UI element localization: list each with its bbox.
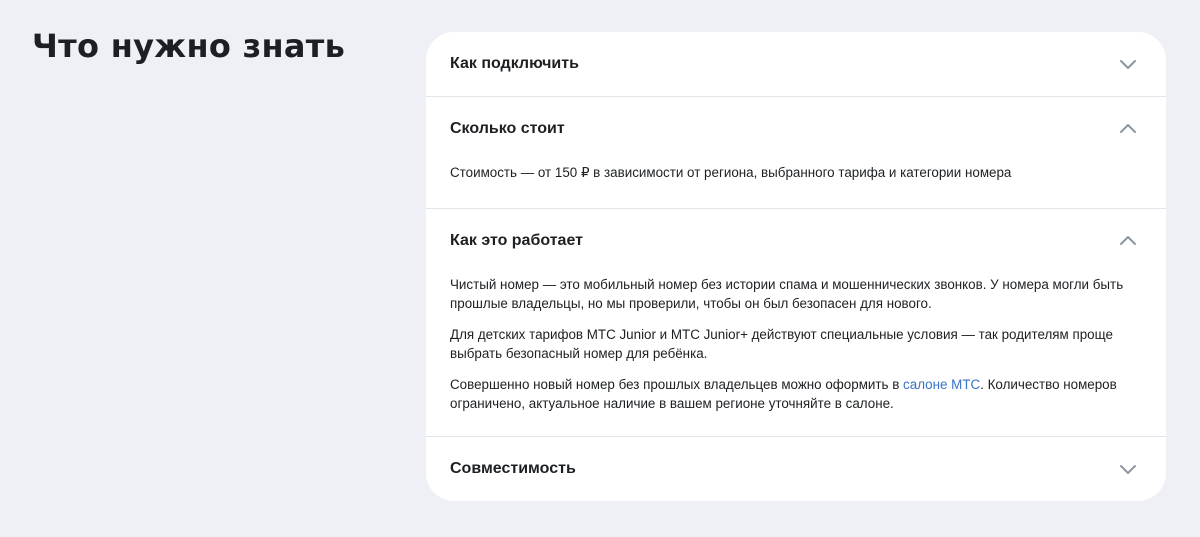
faq-item-compatibility: Совместимость — [426, 437, 1166, 501]
faq-answer-how-it-works: Чистый номер — это мобильный номер без и… — [450, 275, 1150, 425]
faq-answer-price: Стоимость — от 150 ₽ в зависимости от ре… — [450, 163, 1150, 194]
faq-item-how-to-connect: Как подключить — [426, 32, 1166, 97]
page-title: Что нужно знать — [32, 27, 346, 65]
faq-accordion: Как подключить Сколько стоит Стоимость —… — [426, 32, 1166, 501]
faq-question: Сколько стоит — [450, 120, 565, 137]
faq-header-how-to-connect[interactable]: Как подключить — [426, 32, 1166, 96]
faq-question: Как подключить — [450, 55, 579, 72]
faq-header-price[interactable]: Сколько стоит — [426, 97, 1166, 161]
faq-item-how-it-works: Как это работает Чистый номер — это моби… — [426, 209, 1166, 437]
faq-answer-paragraph: Для детских тарифов МТС Junior и МТС Jun… — [450, 327, 1113, 361]
faq-header-compatibility[interactable]: Совместимость — [426, 437, 1166, 501]
chevron-up-icon — [1120, 236, 1136, 245]
faq-answer-paragraph: Чистый номер — это мобильный номер без и… — [450, 277, 1124, 311]
mts-salon-link[interactable]: салоне МТС — [903, 377, 980, 392]
faq-answer-text: Стоимость — от 150 ₽ в зависимости от ре… — [450, 165, 1012, 180]
paragraph-text-before-link: Совершенно новый номер без прошлых владе… — [450, 377, 904, 392]
chevron-down-icon — [1120, 60, 1136, 69]
faq-answer-paragraph: Совершенно новый номер без прошлых владе… — [450, 375, 1150, 413]
chevron-down-icon — [1120, 465, 1136, 474]
faq-item-price: Сколько стоит Стоимость — от 150 ₽ в зав… — [426, 97, 1166, 209]
faq-question: Совместимость — [450, 460, 576, 477]
faq-question: Как это работает — [450, 232, 583, 249]
chevron-up-icon — [1120, 124, 1136, 133]
faq-header-how-it-works[interactable]: Как это работает — [426, 209, 1166, 273]
